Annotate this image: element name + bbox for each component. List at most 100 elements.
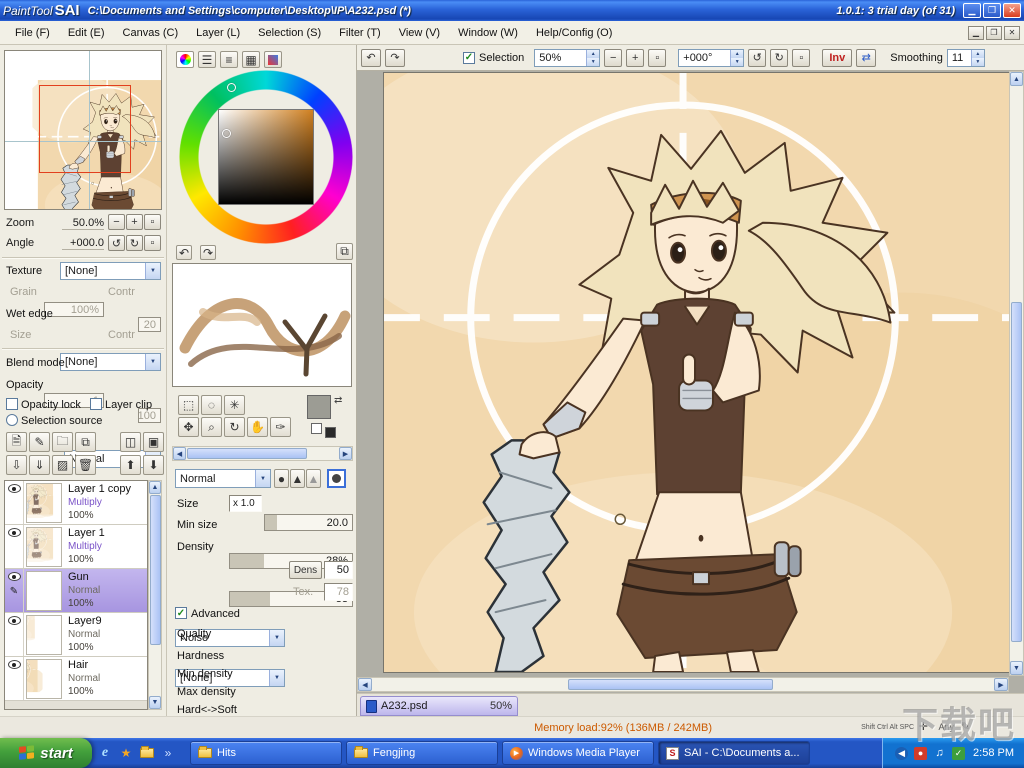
brush-preview-swatch[interactable] (327, 469, 346, 488)
flip-horizontal-icon[interactable]: ⇄ (856, 49, 876, 67)
foreground-color-swatch[interactable] (307, 395, 331, 419)
menu-layer[interactable]: Layer (L) (187, 24, 249, 42)
view-rotate-cw-button[interactable]: ↻ (770, 49, 788, 67)
size-unit-toggle[interactable]: x 1.0 (229, 495, 262, 512)
rect-select-tool[interactable]: ⬚ (178, 395, 199, 415)
quicklaunch-folder-icon[interactable] (139, 745, 155, 761)
redo-icon[interactable]: ↷ (385, 49, 405, 67)
swatches-toggle-icon[interactable] (264, 51, 282, 68)
document-tab[interactable]: A232.psd 50% (360, 696, 518, 716)
smoothing-combo[interactable]: 11 ▲▼ (947, 49, 985, 67)
menu-canvas[interactable]: Canvas (C) (114, 24, 188, 42)
view-zoom-reset-button[interactable]: ▫ (648, 49, 666, 67)
layer-list-scrollbar[interactable]: ▲ ▼ (148, 480, 162, 710)
color-history-forward-icon[interactable]: ↷ (200, 245, 216, 260)
layer-visibility-icon[interactable] (8, 616, 21, 625)
hand-tool[interactable]: ✋ (247, 417, 268, 437)
view-zoom-combo[interactable]: 50% ▲▼ (534, 49, 600, 67)
mdi-minimize-button[interactable]: ▁ (968, 26, 984, 40)
tray-antivirus-icon[interactable]: ✓ (952, 747, 965, 760)
merge-down-button[interactable]: ⇓ (29, 455, 50, 475)
new-linework-layer-button[interactable]: ✎ (29, 432, 50, 452)
rgb-slider-toggle-icon[interactable]: ☰ (198, 51, 216, 68)
layer-visibility-icon[interactable] (8, 572, 21, 581)
canvas-hscrollbar[interactable]: ◀ ▶ (357, 677, 1009, 692)
brush-shape-flat-icon[interactable]: ▲ (306, 469, 321, 488)
nav-zoom-reset-button[interactable]: ▫ (144, 214, 161, 230)
spinner-icon[interactable]: ▲▼ (971, 50, 984, 66)
layer-row-hair[interactable]: HairNormal100% (5, 657, 148, 701)
nav-rotate-ccw-button[interactable]: ↺ (108, 235, 125, 251)
rotate-tool[interactable]: ↻ (224, 417, 245, 437)
layer-visibility-icon[interactable] (8, 528, 21, 537)
taskbar-button-wmp[interactable]: ▶ Windows Media Player (502, 741, 654, 765)
panel-expand-icon[interactable]: ⧉ (336, 243, 353, 260)
scroll-left-icon[interactable]: ◀ (358, 678, 372, 691)
layer-row-layer1copy[interactable]: Layer 1 copyMultiply100% (5, 481, 148, 525)
texture-dropdown[interactable]: [None]▼ (60, 262, 161, 280)
clear-layer-button[interactable]: ▨ (52, 455, 73, 475)
spinner-icon[interactable]: ▲▼ (730, 50, 743, 66)
color-scratchpad[interactable] (172, 263, 352, 387)
zoom-tool[interactable]: ⌕ (201, 417, 222, 437)
taskbar-button-fengjing[interactable]: Fengjing (346, 741, 498, 765)
secondary-color-swatch[interactable] (325, 427, 336, 438)
taskbar-clock[interactable]: 2:58 PM (973, 747, 1014, 759)
layer-clip-checkbox[interactable] (90, 398, 102, 410)
menu-help[interactable]: Help/Config (O) (527, 24, 621, 42)
view-angle-reset-button[interactable]: ▫ (792, 49, 810, 67)
view-zoom-out-button[interactable]: − (604, 49, 622, 67)
layer-visibility-icon[interactable] (8, 484, 21, 493)
tray-volume-icon[interactable]: ♫ (933, 747, 946, 760)
layer-up-button[interactable]: ⬆ (120, 455, 141, 475)
canvas-artwork[interactable] (383, 72, 1011, 673)
invert-view-button[interactable]: Inv (822, 49, 852, 67)
start-button[interactable]: start (0, 738, 92, 768)
wet-edge-dropdown[interactable]: [None]▼ (60, 353, 161, 371)
quicklaunch-ie-icon[interactable]: e (97, 745, 113, 761)
scroll-left-icon[interactable]: ◀ (173, 447, 186, 460)
menu-file[interactable]: File (F) (6, 24, 59, 42)
grain-slider[interactable]: 100% (44, 302, 104, 317)
brush-shape-circle-icon[interactable]: ● (274, 469, 289, 488)
scroll-up-icon[interactable]: ▲ (1010, 72, 1023, 86)
layer-row-layer1[interactable]: Layer 1Multiply100% (5, 525, 148, 569)
maximize-button[interactable]: ❐ (983, 3, 1001, 18)
scrollbar-thumb[interactable] (187, 448, 307, 459)
selection-checkbox[interactable]: ✓ (463, 52, 475, 64)
transfer-down-button[interactable]: ⇩ (6, 455, 27, 475)
nav-rotate-cw-button[interactable]: ↻ (126, 235, 143, 251)
dens-value-box[interactable]: 50 (324, 561, 353, 579)
layer-extra-button[interactable]: ▣ (143, 432, 164, 452)
quicklaunch-star-icon[interactable]: ★ (118, 745, 134, 761)
scrollbar-thumb[interactable] (1011, 302, 1022, 642)
mdi-restore-button[interactable]: ❐ (986, 26, 1002, 40)
menu-selection[interactable]: Selection (S) (249, 24, 330, 42)
new-layer-set-button[interactable]: 🗀 (52, 432, 73, 452)
saturation-value-picker[interactable] (218, 109, 314, 205)
scroll-down-icon[interactable]: ▼ (149, 696, 161, 709)
layer-mask-button[interactable]: ◫ (120, 432, 141, 452)
menu-window[interactable]: Window (W) (449, 24, 527, 42)
opacity-lock-checkbox[interactable] (6, 398, 18, 410)
minimize-button[interactable]: ▁ (963, 3, 981, 18)
nav-angle-reset-button[interactable]: ▫ (144, 235, 161, 251)
navigator-preview[interactable] (4, 50, 162, 210)
navigator-viewport-rect[interactable] (39, 85, 131, 173)
advanced-checkbox[interactable]: ✓ (175, 607, 187, 619)
background-color-swatch[interactable] (311, 423, 322, 434)
color-history-back-icon[interactable]: ↶ (176, 245, 192, 260)
color-wheel-toggle-icon[interactable] (176, 51, 194, 68)
close-button[interactable]: ✕ (1003, 3, 1021, 18)
canvas-vscrollbar[interactable]: ▲ ▼ (1009, 71, 1024, 676)
contr1-slider[interactable]: 20 (138, 317, 161, 332)
tex-value-box[interactable]: 78 (324, 583, 353, 601)
scroll-down-icon[interactable]: ▼ (1010, 661, 1023, 675)
dens-button[interactable]: Dens (289, 561, 322, 579)
mdi-close-button[interactable]: ✕ (1004, 26, 1020, 40)
quicklaunch-more-icon[interactable]: » (160, 745, 176, 761)
tool-tray-scrollbar[interactable]: ◀ ▶ (172, 446, 353, 461)
lasso-tool[interactable]: ◌ (201, 395, 222, 415)
move-tool[interactable]: ✥ (178, 417, 199, 437)
scroll-right-icon[interactable]: ▶ (339, 447, 352, 460)
